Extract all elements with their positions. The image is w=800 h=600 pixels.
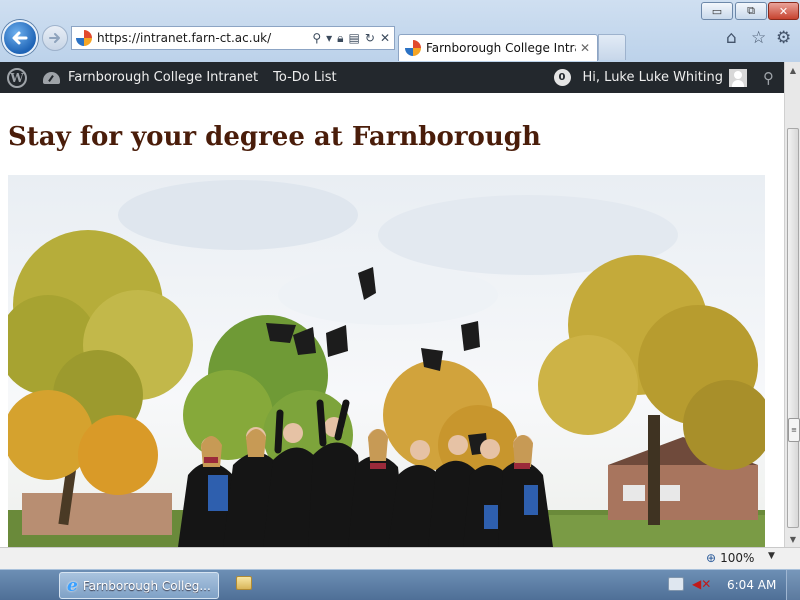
forward-button[interactable] [42,25,68,51]
vertical-scrollbar[interactable]: ▲ ≡ ▼ [784,62,800,547]
show-desktop-button[interactable] [786,570,800,600]
avatar[interactable] [729,68,747,87]
internet-explorer-icon: e [67,575,78,596]
windows-taskbar: e Farnborough Colleg... ◀✕ 6:04 AM [0,569,800,600]
zoom-dropdown-icon[interactable]: ▼ [768,551,775,561]
wordpress-admin-bar: W Farnborough College Intranet To-Do Lis… [0,62,784,93]
search-icon[interactable]: ⚲ [312,32,321,44]
site-favicon-icon [76,30,92,46]
dropdown-arrow-icon[interactable]: ▾ [326,32,332,44]
wordpress-logo-icon[interactable]: W [7,67,27,88]
star-icon[interactable]: ☆ [751,28,766,48]
maximize-button[interactable]: ⧉ [735,2,767,20]
address-bar[interactable]: ⚲ ▾ 🔒︎ ▤ ↻ ✕ [71,26,395,50]
page-title: Stay for your degree at Farnborough [8,122,541,152]
user-greeting[interactable]: Hi, Luke Luke Whiting [583,70,723,85]
tab-favicon-icon [405,40,421,56]
minimize-button[interactable]: ▭ [701,2,733,20]
zoom-control[interactable]: ⊕ 100% [706,551,754,565]
system-clock[interactable]: 6:04 AM [727,578,776,592]
address-bar-actions: ⚲ ▾ 🔒︎ ▤ ↻ ✕ [312,32,390,44]
scroll-up-icon[interactable]: ▲ [785,62,800,78]
tab-farnborough-intranet[interactable]: Farnborough College Intra... ✕ [398,34,598,61]
zoom-icon: ⊕ [706,551,717,565]
admin-bar-right: 0 Hi, Luke Luke Whiting ⚲ [553,68,784,87]
close-window-button[interactable]: ✕ [768,2,799,20]
scroll-down-icon[interactable]: ▼ [785,531,800,547]
zoom-level: 100% [720,551,755,565]
back-button[interactable] [2,20,38,56]
file-explorer-icon[interactable] [236,576,252,590]
refresh-icon[interactable]: ↻ [365,32,375,44]
browser-titlebar: ▭ ⧉ ✕ ⚲ ▾ 🔒︎ ▤ ↻ ✕ Farnborough College I… [0,0,800,62]
admin-search-icon[interactable]: ⚲ [763,69,774,87]
tab-label: Farnborough College Intra... [426,41,576,55]
forward-arrow-icon [49,33,60,43]
lock-icon[interactable]: 🔒︎ [337,32,343,44]
page-viewport: W Farnborough College Intranet To-Do Lis… [0,62,784,547]
dashboard-icon[interactable] [43,71,60,84]
site-name-link[interactable]: Farnborough College Intranet [68,70,258,85]
stop-icon[interactable]: ✕ [380,32,390,44]
network-icon[interactable] [668,577,684,591]
volume-muted-icon[interactable]: ◀✕ [692,577,711,591]
todo-list-link[interactable]: To-Do List [273,70,336,85]
compatibility-view-icon[interactable]: ▤ [349,32,360,44]
back-arrow-icon [12,31,28,45]
status-bar: ⊕ 100% ▼ [0,547,800,569]
scroll-thumb[interactable] [787,128,799,528]
tab-close-icon[interactable]: ✕ [580,41,590,55]
new-tab-button[interactable] [598,34,626,60]
gear-icon[interactable]: ⚙ [776,28,791,48]
notification-count-badge[interactable]: 0 [553,69,571,86]
home-icon[interactable]: ⌂ [726,28,737,48]
scroll-thumb-grip-icon[interactable]: ≡ [788,418,800,442]
taskbar-ie-button[interactable]: e Farnborough Colleg... [59,572,219,599]
taskbar-ie-label: Farnborough Colleg... [82,578,211,593]
url-input[interactable] [97,31,297,45]
hero-image-graduates [8,175,765,547]
